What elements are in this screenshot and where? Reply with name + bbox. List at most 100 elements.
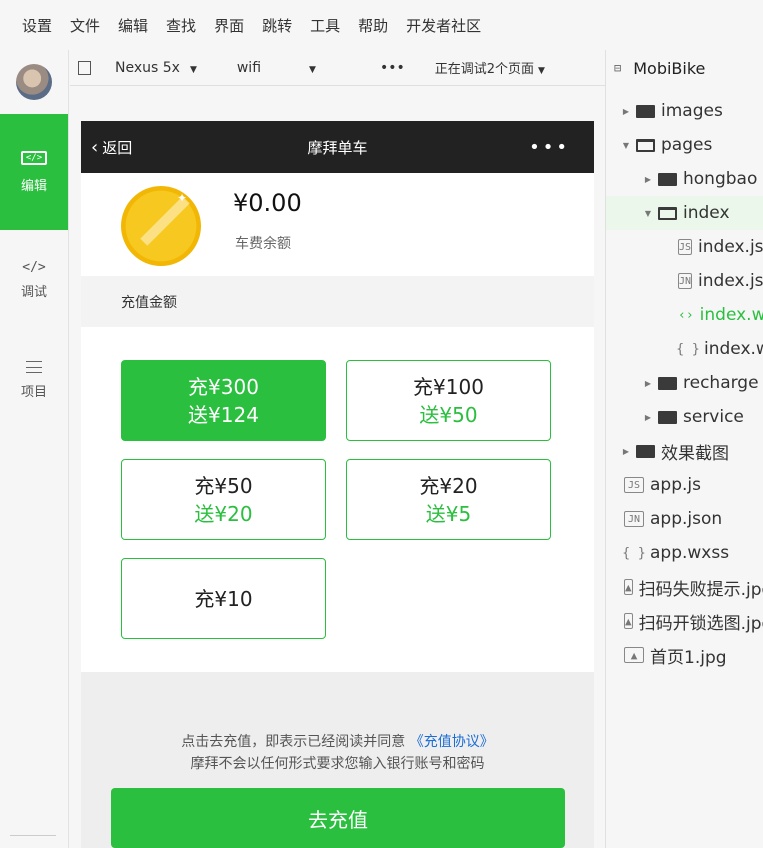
- tree-file-img2[interactable]: ▲ 扫码开锁选图.jpg: [606, 604, 763, 638]
- code-icon: </>: [20, 150, 48, 165]
- recharge-options: 充¥300 送¥124 充¥100 送¥50 充¥50 送¥20 充¥20 送¥…: [81, 327, 594, 672]
- toolbar-project-button[interactable]: 项目: [0, 330, 68, 430]
- file-tree: ▶ images ▼ pages ▶ hongbao ▼ index JS index.j…: [606, 94, 763, 672]
- option-amount: 充¥50: [194, 473, 253, 498]
- simulator-toolbar: Nexus 5x ▼ wifi ▼ ••• 正在调试2个页面 ▼: [70, 50, 605, 86]
- menu-file[interactable]: 文件: [70, 15, 100, 36]
- menu-lines-icon: [26, 360, 42, 373]
- tree-folder-hongbao[interactable]: ▶ hongbao: [606, 162, 763, 196]
- tree-label: index: [683, 203, 730, 223]
- recharge-option-100[interactable]: 充¥100 送¥50: [346, 360, 551, 441]
- expand-arrow-icon: ▶: [644, 378, 652, 388]
- menu-help[interactable]: 帮助: [358, 15, 388, 36]
- tree-file-index-wxss[interactable]: { }index.wxss: [606, 332, 763, 366]
- recharge-button[interactable]: 去充值: [111, 788, 565, 848]
- toolbar-edit-button[interactable]: </> 编辑: [0, 114, 68, 230]
- tree-folder-images[interactable]: ▶ images: [606, 94, 763, 128]
- avatar[interactable]: [16, 64, 52, 100]
- tree-label: index.js: [698, 237, 763, 257]
- agreement-link[interactable]: 《充值协议》: [410, 734, 494, 750]
- collapse-arrow-icon: ▼: [644, 208, 652, 218]
- tree-file-index-json[interactable]: JN index.json: [606, 264, 763, 298]
- js-file-icon: JS: [624, 477, 644, 493]
- menu-find[interactable]: 查找: [166, 15, 196, 36]
- network-select[interactable]: wifi ▼: [237, 60, 316, 76]
- device-select[interactable]: Nexus 5x ▼: [115, 60, 197, 76]
- avatar-container: [0, 50, 68, 114]
- menu-goto[interactable]: 跳转: [262, 15, 292, 36]
- agreement-line-2: 摩拜不会以任何形式要求您输入银行账号和密码: [190, 756, 485, 772]
- toolbar-divider: [10, 835, 56, 836]
- toolbar-project-label: 项目: [20, 384, 47, 400]
- tree-label: pages: [661, 135, 713, 155]
- option-amount: 充¥100: [413, 374, 484, 399]
- recharge-option-10[interactable]: 充¥10: [121, 558, 326, 639]
- folder-icon: [658, 376, 677, 390]
- recharge-option-20[interactable]: 充¥20 送¥5: [346, 459, 551, 540]
- simulator-checkbox[interactable]: [78, 60, 91, 75]
- section-title: 充值金额: [81, 276, 594, 327]
- tree-folder-screenshots[interactable]: ▶ 效果截图: [606, 434, 763, 468]
- folder-open-icon: [658, 206, 677, 220]
- tree-file-img1[interactable]: ▲ 扫码失败提示.jpg: [606, 570, 763, 604]
- tree-label: 首页1.jpg: [650, 647, 727, 668]
- menu-edit[interactable]: 编辑: [118, 15, 148, 36]
- network-select-value: wifi: [236, 59, 262, 76]
- tree-folder-service[interactable]: ▶ service: [606, 400, 763, 434]
- tree-file-img3[interactable]: ▲ 首页1.jpg: [606, 638, 763, 672]
- tree-label: hongbao: [683, 169, 758, 189]
- json-file-icon: JN: [624, 511, 644, 527]
- debug-pages-select[interactable]: 正在调试2个页面 ▼: [435, 58, 545, 77]
- agreement-note: 点击去充值，即表示已经阅读并同意 《充值协议》 摩拜不会以任何形式要求您输入银行…: [81, 731, 594, 775]
- more-menu-button[interactable]: •••: [529, 137, 570, 158]
- tree-file-index-wxml[interactable]: ‹› index.wxml: [606, 298, 763, 332]
- menu-dev-community[interactable]: 开发者社区: [406, 15, 481, 36]
- style-file-icon: { }: [676, 341, 700, 357]
- tree-label: app.wxss: [650, 543, 730, 563]
- tree-folder-index[interactable]: ▼ index: [606, 196, 763, 230]
- option-bonus: 送¥20: [194, 501, 253, 526]
- option-bonus: 送¥5: [425, 501, 472, 526]
- folder-open-icon: [636, 138, 655, 152]
- project-header: ⊟ MobiBike: [606, 50, 763, 86]
- collapse-arrow-icon: ▼: [622, 140, 630, 150]
- tree-file-app-json[interactable]: JN app.json: [606, 502, 763, 536]
- toolbar-edit-label: 编辑: [20, 178, 47, 194]
- toolbar-debug-label: 调试: [20, 285, 47, 300]
- toolbar-debug-button[interactable]: </> 调试: [0, 230, 68, 330]
- image-file-icon: ▲: [624, 647, 644, 663]
- simulator-more-button[interactable]: •••: [380, 60, 405, 76]
- tree-label: index.wxml: [699, 305, 763, 325]
- recharge-option-50[interactable]: 充¥50 送¥20: [121, 459, 326, 540]
- menu-view[interactable]: 界面: [214, 15, 244, 36]
- menu-bar: 设置 文件 编辑 查找 界面 跳转 工具 帮助 开发者社区: [0, 0, 763, 50]
- tree-file-app-js[interactable]: JS app.js: [606, 468, 763, 502]
- agreement-line-1: 点击去充值，即表示已经阅读并同意 《充值协议》: [81, 731, 594, 753]
- caret-down-icon: ▼: [189, 64, 197, 75]
- menu-tools[interactable]: 工具: [310, 15, 340, 36]
- caret-down-icon: ▼: [538, 66, 545, 76]
- expand-arrow-icon: ▶: [644, 174, 652, 184]
- agreement-prefix: 点击去充值，即表示已经阅读并同意: [181, 734, 406, 750]
- tree-folder-recharge[interactable]: ▶ recharge: [606, 366, 763, 400]
- back-button[interactable]: ‹ 返回: [91, 137, 132, 158]
- tree-file-index-js[interactable]: JS index.js: [606, 230, 763, 264]
- page-title: 摩拜单车: [307, 138, 368, 157]
- expand-arrow-icon: ▶: [622, 446, 630, 456]
- js-file-icon: JS: [678, 239, 693, 255]
- debug-icon: </>: [22, 260, 46, 275]
- menu-settings[interactable]: 设置: [22, 15, 52, 36]
- phone-screen: ‹返回 摩拜单车 ••• ¥0.00 车费余额 充值金额 充¥300 送¥124…: [81, 121, 594, 848]
- caret-down-icon: ▼: [309, 64, 316, 75]
- balance-amount: ¥0.00: [233, 189, 302, 217]
- balance-label: 车费余额: [235, 236, 291, 252]
- project-name: MobiBike: [633, 58, 706, 78]
- project-tree-icon: ⊟: [614, 61, 622, 75]
- expand-arrow-icon: ▶: [622, 106, 630, 116]
- recharge-option-300[interactable]: 充¥300 送¥124: [121, 360, 326, 441]
- coin-icon: [121, 186, 201, 266]
- option-bonus: 送¥124: [188, 402, 259, 427]
- tree-folder-pages[interactable]: ▼ pages: [606, 128, 763, 162]
- expand-arrow-icon: ▶: [644, 412, 652, 422]
- tree-file-app-wxss[interactable]: { } app.wxss: [606, 536, 763, 570]
